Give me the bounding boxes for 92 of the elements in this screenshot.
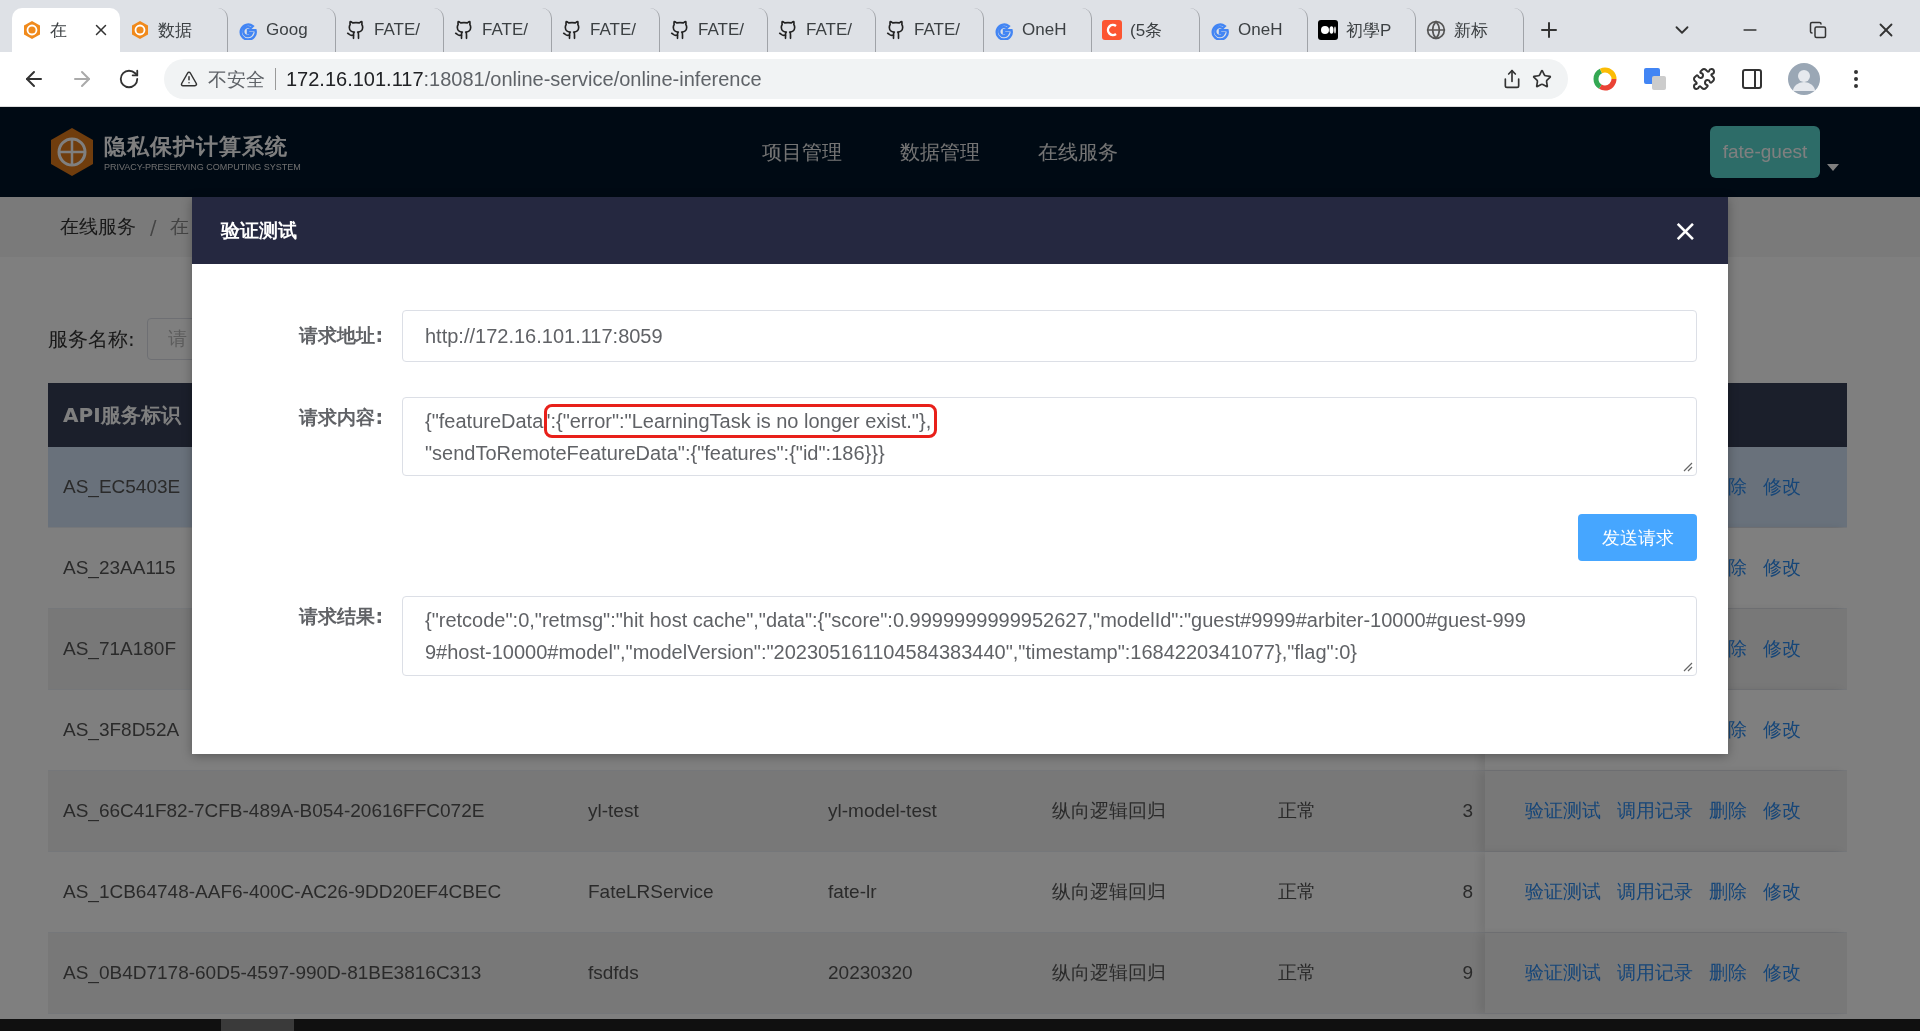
translate-icon[interactable]: [1642, 66, 1668, 92]
nav-link[interactable]: 项目管理: [762, 138, 842, 166]
breadcrumb-item[interactable]: 在线服务: [60, 214, 136, 240]
action-link[interactable]: 删除: [1709, 798, 1747, 824]
field-label: 请求结果:: [297, 604, 383, 629]
hexagon-logo-icon: [130, 20, 150, 40]
table-cell-text: yl-test: [588, 800, 640, 822]
github-icon: [670, 20, 690, 40]
action-link[interactable]: 修改: [1763, 555, 1801, 581]
table-cell-text: fate-lr: [828, 881, 878, 903]
dialog-title: 验证测试: [221, 217, 297, 243]
table-cell-text: 纵向逻辑回归: [1052, 880, 1167, 904]
nav-link[interactable]: 在线服务: [1038, 138, 1118, 166]
github-icon: [778, 20, 798, 40]
globe-icon: [1426, 20, 1446, 40]
field-label: 请求地址:: [297, 323, 383, 348]
action-link[interactable]: 验证测试: [1525, 960, 1601, 986]
table-cell-text: 纵向逻辑回归: [1052, 799, 1167, 823]
resize-handle-icon[interactable]: [1681, 660, 1693, 672]
table-cell-text: 正常: [1278, 799, 1317, 823]
table-row[interactable]: AS_0B4D7178-60D5-4597-990D-81BE3816C313 fsdfds 20230320 纵向逻辑回归 正常 9 验证测试 调用记录 删除 修改: [48, 933, 1847, 1014]
action-link[interactable]: 修改: [1763, 960, 1801, 986]
action-link[interactable]: 修改: [1763, 636, 1801, 662]
google-g-icon: [238, 20, 258, 40]
share-icon[interactable]: [1502, 69, 1522, 89]
action-link[interactable]: 验证测试: [1525, 798, 1601, 824]
action-link[interactable]: 修改: [1763, 798, 1801, 824]
action-link[interactable]: 除: [1728, 717, 1747, 743]
table-row[interactable]: AS_66C41F82-7CFB-489A-B054-20616FFC072E yl-test yl-model-test 纵向逻辑回归 正常 3 验证测试 调用记录 删除 修改: [48, 771, 1847, 852]
send-request-button[interactable]: 发送请求: [1578, 514, 1697, 561]
google-g-icon: [1210, 20, 1230, 40]
breadcrumb-separator: /: [150, 216, 157, 238]
side-panel-icon[interactable]: [1740, 67, 1764, 91]
table-cell-text: AS_3F8D52A: [63, 719, 181, 741]
hexagon-logo-icon: [50, 127, 94, 177]
action-link[interactable]: 除: [1728, 636, 1747, 662]
extensions-icon[interactable]: [1692, 67, 1716, 91]
field-label: 请求内容:: [297, 405, 383, 430]
table-cell-text: 3: [1461, 800, 1473, 822]
table-cell-text: 9: [1461, 962, 1473, 984]
github-icon: [346, 20, 366, 40]
close-button[interactable]: ×: [1672, 215, 1698, 246]
table-cell-text: yl-model-test: [828, 800, 938, 822]
action-link[interactable]: 调用记录: [1617, 960, 1693, 986]
security-label: 不安全: [208, 68, 276, 90]
table-row[interactable]: AS_1CB64748-AAF6-400C-AC26-9DD20EF4CBEC FateLRService fate-lr 纵向逻辑回归 正常 8 验证测试 调用记录 删除 修改: [48, 852, 1847, 933]
result-field[interactable]: {"retcode":0,"retmsg":"hit host cache","data":{"score":0.9999999999952627,"modelId":"guest#9999#arbiter-10000#guest-999 9#host-10000#model","modelVersion":"202305161104584383440","timestamp":1684220341077},"flag":0}: [402, 596, 1697, 676]
google-g-icon: [994, 20, 1014, 40]
table-cell-text: AS_23AA115: [63, 557, 177, 579]
resize-handle-icon[interactable]: [1681, 460, 1693, 472]
url-text: 172.16.101.117:18081/online-service/online-inference: [286, 67, 762, 91]
action-link[interactable]: 调用记录: [1617, 879, 1693, 905]
github-icon: [886, 20, 906, 40]
table-cell-text: AS_66C41F82-7CFB-489A-B054-20616FFC072E: [63, 800, 486, 822]
warning-icon: [180, 70, 198, 88]
action-link[interactable]: 修改: [1763, 717, 1801, 743]
table-cell-text: 正常: [1278, 961, 1317, 985]
address-bar[interactable]: 不安全 172.16.101.117:18081/online-service/online-inference: [164, 59, 1568, 99]
action-link[interactable]: 修改: [1763, 474, 1801, 500]
action-link[interactable]: 修改: [1763, 879, 1801, 905]
table-cell-text: 20230320: [828, 962, 914, 984]
ring-icon[interactable]: [1592, 66, 1618, 92]
table-cell-text: 正常: [1278, 880, 1317, 904]
table-cell-text: AS_EC5403E: [63, 476, 182, 498]
table-cell-text: fsdfds: [588, 962, 640, 984]
app-title: 隐私保护计算系统: [104, 133, 289, 161]
table-cell-text: FateLRService: [588, 881, 715, 903]
action-link[interactable]: 调用记录: [1617, 798, 1693, 824]
table-cell-text: AS_0B4D7178-60D5-4597-990D-81BE3816C313: [63, 962, 483, 984]
github-icon: [562, 20, 582, 40]
action-link[interactable]: 除: [1728, 474, 1747, 500]
search-label: 服务名称:: [48, 325, 135, 353]
action-link[interactable]: 删除: [1709, 879, 1747, 905]
action-link[interactable]: 除: [1728, 555, 1747, 581]
table-cell-text: 8: [1461, 881, 1473, 903]
github-icon: [454, 20, 474, 40]
column-header: API服务标识: [63, 401, 181, 429]
c-logo-icon: [1102, 20, 1122, 40]
action-link[interactable]: 删除: [1709, 960, 1747, 986]
app-subtitle: PRIVACY-PRESERVING COMPUTING SYSTEM: [104, 162, 301, 172]
nav-link[interactable]: 数据管理: [900, 138, 980, 166]
browser-tab[interactable]: 在: [12, 8, 120, 52]
url-field[interactable]: http://172.16.101.117:8059: [402, 310, 1697, 362]
dots-logo-icon: [1318, 20, 1338, 40]
hexagon-logo-icon: [22, 20, 42, 40]
caret-icon[interactable]: [1826, 162, 1840, 172]
reload-icon[interactable]: [118, 68, 140, 90]
table-cell-text: AS_1CB64748-AAF6-400C-AC26-9DD20EF4CBEC: [63, 881, 503, 903]
table-cell-text: 纵向逻辑回归: [1052, 961, 1167, 985]
action-link[interactable]: 验证测试: [1525, 879, 1601, 905]
bookmark-star-icon[interactable]: [1532, 69, 1552, 89]
restore-icon[interactable]: [1809, 21, 1827, 39]
